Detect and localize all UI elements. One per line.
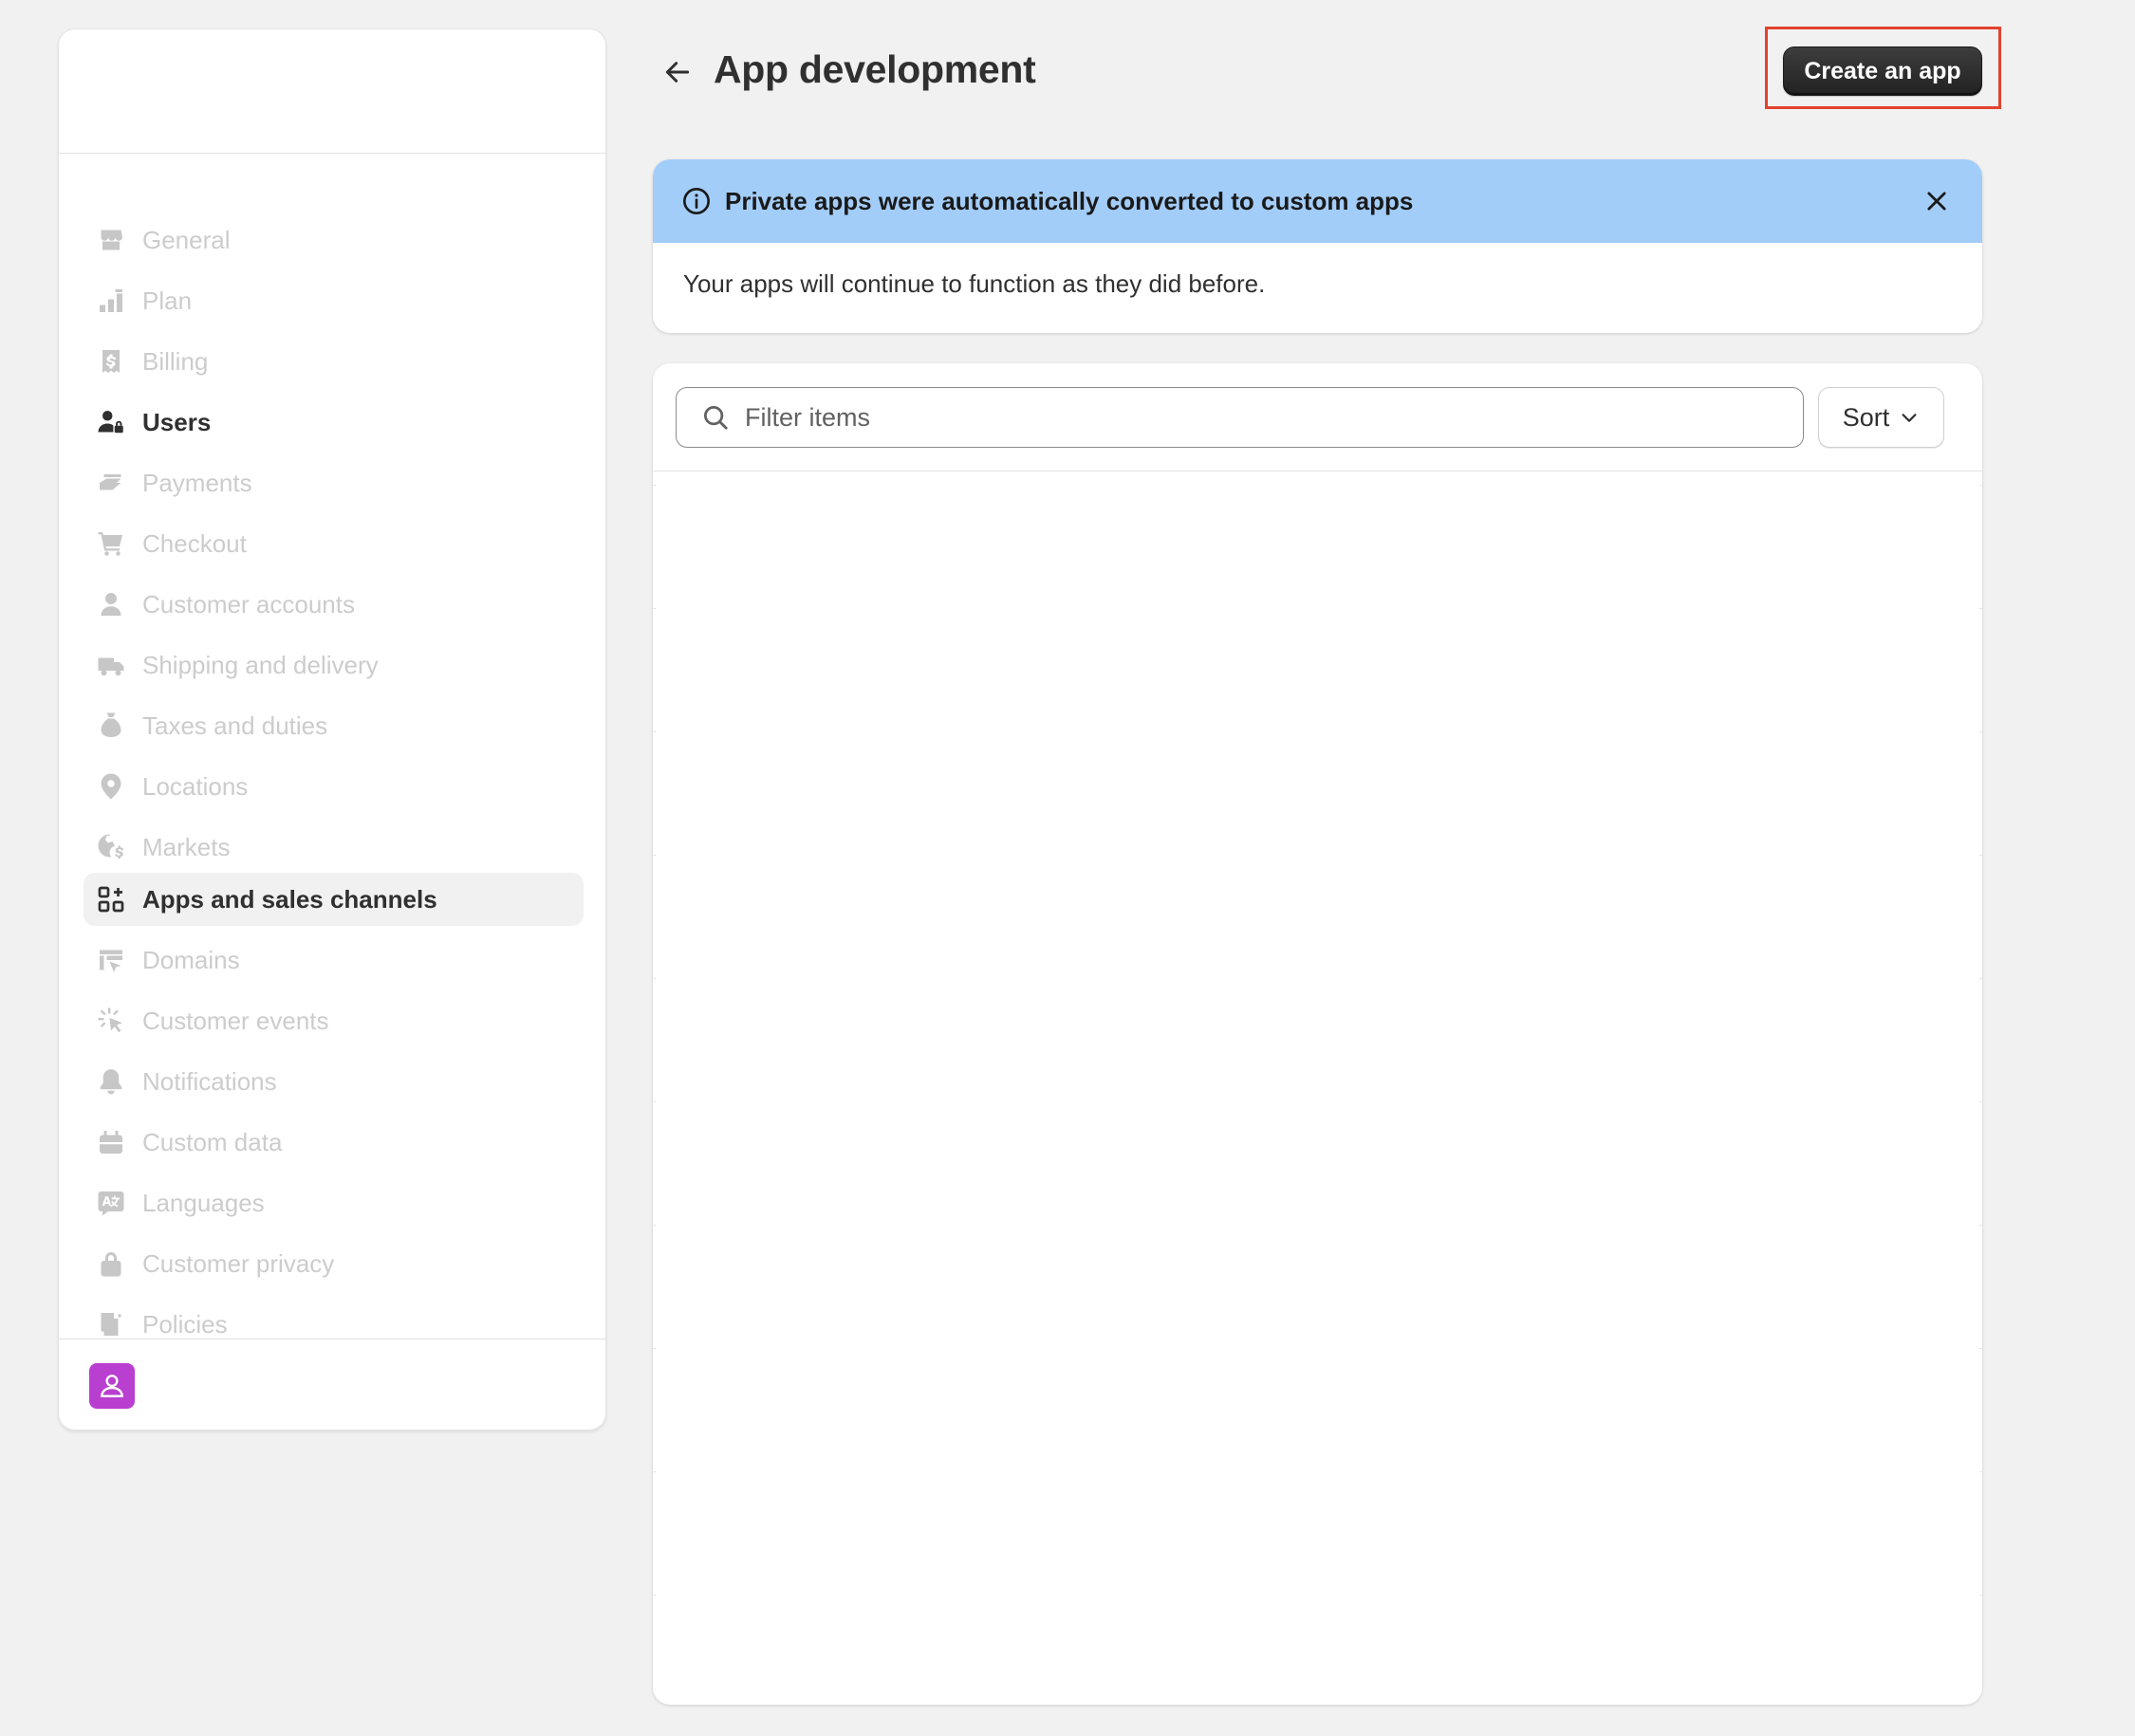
billing-icon — [95, 345, 127, 378]
row-separator — [653, 855, 656, 856]
payments-icon — [95, 467, 127, 499]
row-separator — [1979, 1595, 1982, 1596]
info-icon — [683, 188, 710, 214]
row-separator — [653, 731, 656, 732]
banner-close-button[interactable] — [1920, 184, 1954, 218]
row-separator — [653, 608, 656, 609]
users-icon — [95, 406, 127, 438]
cursor-icon — [95, 1005, 127, 1037]
sidebar-item-apps-and-sales-channels[interactable]: Apps and sales channels — [84, 873, 584, 926]
sidebar-item-users[interactable]: Users — [84, 396, 584, 449]
banner-body: Your apps will continue to function as t… — [683, 269, 1266, 298]
sidebar-item-domains[interactable]: Domains — [84, 933, 584, 987]
avatar[interactable] — [89, 1363, 135, 1409]
plan-icon — [95, 285, 127, 317]
row-separator — [1979, 485, 1982, 486]
sidebar-item-markets[interactable]: Markets — [84, 821, 584, 874]
sort-label: Sort — [1842, 402, 1890, 432]
sidebar-item-languages[interactable]: Languages — [84, 1176, 584, 1229]
sidebar-item-payments[interactable]: Payments — [84, 456, 584, 509]
settings-sidebar: General Plan Billing Users Payments Chec… — [58, 28, 606, 1431]
row-separator — [653, 1595, 656, 1596]
chevron-down-icon — [1902, 414, 1917, 422]
data-icon — [95, 1126, 127, 1158]
row-separator — [653, 1225, 656, 1226]
info-banner: Private apps were automatically converte… — [653, 159, 1982, 333]
store-logo — [65, 35, 402, 147]
tax-icon — [95, 710, 127, 742]
row-separator — [653, 1101, 656, 1102]
row-separator — [1979, 1471, 1982, 1472]
sidebar-item-custom-data[interactable]: Custom data — [84, 1116, 584, 1169]
banner-title: Private apps were automatically converte… — [725, 186, 1414, 215]
row-separator — [1979, 1225, 1982, 1226]
row-separator — [1979, 1348, 1982, 1349]
app-list-card: Sort — [653, 363, 1982, 1705]
banner-header: Private apps were automatically converte… — [653, 159, 1982, 243]
apps-icon — [95, 883, 127, 915]
store-icon — [95, 224, 127, 256]
close-icon — [1927, 192, 1946, 211]
arrow-left-icon — [665, 62, 690, 83]
location-icon — [95, 770, 127, 803]
sidebar-item-locations[interactable]: Locations — [84, 760, 584, 813]
person-icon — [95, 588, 127, 620]
row-separator — [1979, 731, 1982, 732]
row-separator — [1979, 855, 1982, 856]
sidebar-item-plan[interactable]: Plan — [84, 274, 584, 327]
divider — [59, 153, 605, 154]
filter-input[interactable] — [745, 402, 1694, 433]
search-icon — [704, 406, 728, 430]
sidebar-item-general[interactable]: General — [84, 213, 584, 267]
sidebar-item-customer-accounts[interactable]: Customer accounts — [84, 578, 584, 631]
domains-icon — [95, 944, 127, 976]
row-separator — [653, 1348, 656, 1349]
row-separator — [1979, 978, 1982, 979]
back-button[interactable] — [659, 53, 696, 91]
sidebar-item-billing[interactable]: Billing — [84, 335, 584, 388]
bell-icon — [95, 1065, 127, 1098]
sidebar-item-policies[interactable]: Policies — [84, 1298, 584, 1351]
lock-icon — [95, 1247, 127, 1280]
policy-icon — [95, 1308, 127, 1340]
truck-icon — [95, 649, 127, 681]
sidebar-item-customer-events[interactable]: Customer events — [84, 994, 584, 1047]
sidebar-item-customer-privacy[interactable]: Customer privacy — [84, 1237, 584, 1290]
sidebar-item-notifications[interactable]: Notifications — [84, 1055, 584, 1108]
sidebar-item-checkout[interactable]: Checkout — [84, 517, 584, 570]
page-title: App development — [714, 47, 1036, 91]
sort-button[interactable]: Sort — [1818, 387, 1944, 448]
row-separator — [653, 1471, 656, 1472]
row-separator — [653, 978, 656, 979]
row-separator — [1979, 608, 1982, 609]
sidebar-item-taxes[interactable]: Taxes and duties — [84, 699, 584, 752]
filter-field[interactable] — [676, 387, 1804, 448]
app-list — [653, 471, 1982, 1705]
sidebar-item-shipping[interactable]: Shipping and delivery — [84, 638, 584, 692]
row-separator — [1979, 1101, 1982, 1102]
globe-icon — [95, 831, 127, 863]
row-separator — [653, 485, 656, 486]
language-icon — [95, 1187, 127, 1219]
cart-icon — [95, 527, 127, 560]
user-avatar-icon — [101, 1375, 123, 1397]
create-app-button[interactable]: Create an app — [1783, 46, 1982, 96]
